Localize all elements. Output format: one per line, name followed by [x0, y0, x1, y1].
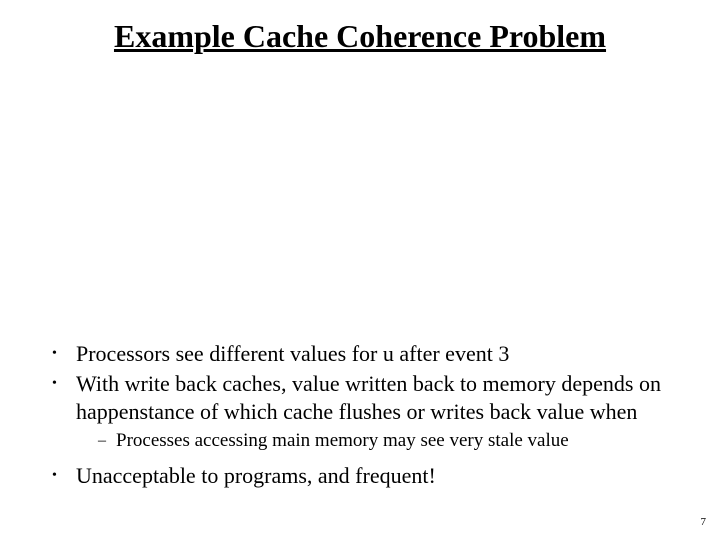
page-number: 7 [701, 516, 707, 528]
bullet-text: Unacceptable to programs, and frequent! [76, 462, 690, 490]
bullet-text: With write back caches, value written ba… [76, 370, 690, 425]
sub-bullet-text: Processes accessing main memory may see … [116, 429, 690, 454]
slide-body: • Processors see different values for u … [52, 340, 690, 492]
dash-marker: – [98, 429, 116, 453]
bullet-item: • With write back caches, value written … [52, 370, 690, 425]
bullet-marker: • [52, 462, 76, 490]
slide: Example Cache Coherence Problem • Proces… [0, 0, 720, 540]
bullet-text: Processors see different values for u af… [76, 340, 690, 368]
bullet-item: • Processors see different values for u … [52, 340, 690, 368]
bullet-marker: • [52, 370, 76, 398]
slide-title: Example Cache Coherence Problem [0, 18, 720, 55]
sub-bullet-item: – Processes accessing main memory may se… [98, 429, 690, 454]
bullet-marker: • [52, 340, 76, 368]
bullet-item: • Unacceptable to programs, and frequent… [52, 462, 690, 490]
